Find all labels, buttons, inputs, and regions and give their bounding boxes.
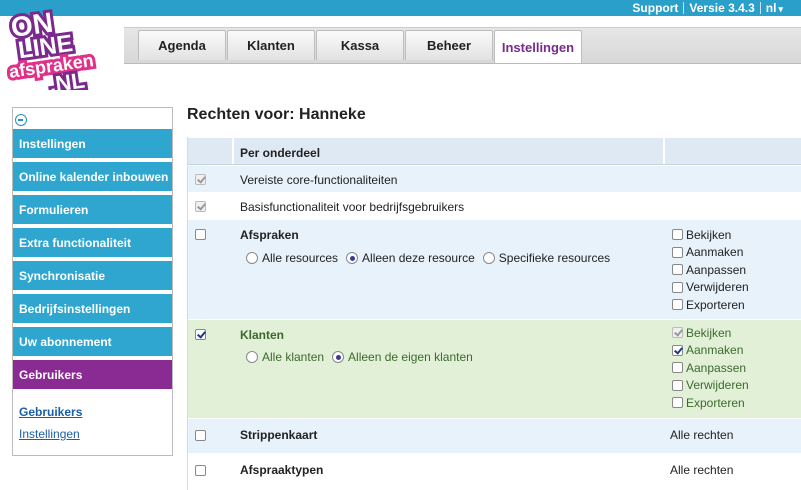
perm-exporteren: Exporteren <box>672 394 749 412</box>
row-label: Basisfunctionaliteit voor bedrijfsgebrui… <box>240 200 465 214</box>
sidebar-item-gebruikers[interactable]: Gebruikers <box>13 360 172 391</box>
tab-agenda[interactable]: Agenda <box>138 30 226 60</box>
language-selector[interactable]: nl ▾ <box>761 1 793 15</box>
header-divider <box>232 138 234 164</box>
checkbox-aanpassen[interactable] <box>672 264 683 276</box>
perm-aanpassen: Aanpassen <box>672 359 749 377</box>
radio-specifieke-resources[interactable] <box>482 252 495 264</box>
sidebar-item-extra-functionaliteit[interactable]: Extra functionaliteit <box>13 228 172 259</box>
row-label: Afspraaktypen <box>240 463 324 477</box>
page-title: Rechten voor: Hanneke <box>187 106 366 123</box>
rights-value: Alle rechten <box>670 463 734 477</box>
radio-label: Specifieke resources <box>498 251 611 265</box>
sidebar: Instellingen Online kalender inbouwen Fo… <box>12 107 173 456</box>
perm-label: Aanpassen <box>686 360 747 375</box>
klanten-permissions: Bekijken Aanmaken Aanpassen Verwijderen … <box>672 324 749 412</box>
chevron-down-icon: ▾ <box>778 4 783 14</box>
perm-aanpassen: Aanpassen <box>672 261 749 279</box>
radio-alleen-deze-resource[interactable] <box>346 252 359 264</box>
row-afspraaktypen: Afspraaktypen Alle rechten <box>188 453 801 490</box>
perm-label: Verwijderen <box>686 280 749 295</box>
perm-label: Aanpassen <box>686 262 747 277</box>
row-label: Klanten <box>240 328 285 342</box>
checkbox-klanten[interactable] <box>195 329 206 340</box>
top-links: Support Versie 3.4.3 nl ▾ <box>627 0 793 16</box>
checkbox-bekijken <box>672 327 683 339</box>
perm-aanmaken: Aanmaken <box>672 244 749 262</box>
perm-label: Exporteren <box>686 297 745 312</box>
perm-bekijken: Bekijken <box>672 226 749 244</box>
row-strippenkaart: Strippenkaart Alle rechten <box>188 418 801 453</box>
klanten-scope: Alle klanten Alleen de eigen klanten <box>246 350 481 364</box>
version-label: Versie 3.4.3 <box>689 1 755 15</box>
radio-label: Alleen deze resource <box>362 251 475 265</box>
header-label: Per onderdeel <box>240 146 321 160</box>
tab-klanten[interactable]: Klanten <box>227 30 315 60</box>
logo-text-nl: .NL <box>48 68 87 90</box>
rights-table: Per onderdeel Vereiste core-functionalit… <box>187 137 801 490</box>
afspraken-permissions: Bekijken Aanmaken Aanpassen Verwijderen … <box>672 226 749 314</box>
afspraken-scope: Alle resources Alleen deze resource Spec… <box>246 251 618 265</box>
checkbox-afspraaktypen[interactable] <box>195 465 206 476</box>
checkbox-aanmaken[interactable] <box>672 246 683 258</box>
perm-label: Bekijken <box>686 325 732 340</box>
tab-instellingen[interactable]: Instellingen <box>494 30 582 63</box>
rights-header: Per onderdeel <box>188 137 801 165</box>
sidebar-item-instellingen[interactable]: Instellingen <box>13 129 172 160</box>
perm-verwijderen: Verwijderen <box>672 279 749 297</box>
row-core: Vereiste core-functionaliteiten <box>188 165 801 192</box>
main-nav: Agenda Klanten Kassa Beheer Instellingen <box>124 27 801 64</box>
collapse-icon[interactable] <box>15 114 27 126</box>
row-label: Afspraken <box>240 228 299 242</box>
radio-alle-resources[interactable] <box>246 252 258 264</box>
rights-value: Alle rechten <box>670 428 734 442</box>
radio-label: Alle klanten <box>262 350 325 364</box>
radio-label: Alleen de eigen klanten <box>348 350 473 364</box>
support-link[interactable]: Support <box>627 1 683 15</box>
perm-label: Aanmaken <box>686 245 744 260</box>
perm-label: Bekijken <box>686 227 732 242</box>
row-label: Vereiste core-functionaliteiten <box>240 173 398 187</box>
sidebar-item-synchronisatie[interactable]: Synchronisatie <box>13 261 172 292</box>
checkbox-strippenkaart[interactable] <box>195 430 206 441</box>
perm-label: Aanmaken <box>686 343 744 358</box>
sidebar-item-online-kalender[interactable]: Online kalender inbouwen <box>13 162 172 193</box>
checkbox-exporteren[interactable] <box>672 299 683 311</box>
checkbox-core <box>195 174 206 185</box>
checkbox-aanpassen[interactable] <box>672 362 683 374</box>
tab-beheer[interactable]: Beheer <box>405 30 493 60</box>
checkbox-aanmaken[interactable] <box>672 344 683 356</box>
checkbox-afspraken[interactable] <box>195 229 206 240</box>
sublink-gebruikers[interactable]: Gebruikers <box>19 405 82 419</box>
radio-label: Alle resources <box>262 251 339 265</box>
radio-eigen-klanten[interactable] <box>332 351 345 363</box>
row-klanten: Klanten Alle klanten Alleen de eigen kla… <box>188 319 801 418</box>
perm-aanmaken: Aanmaken <box>672 342 749 360</box>
sublink-instellingen[interactable]: Instellingen <box>19 427 80 441</box>
sidebar-item-formulieren[interactable]: Formulieren <box>13 195 172 226</box>
sidebar-item-uw-abonnement[interactable]: Uw abonnement <box>13 327 172 358</box>
checkbox-verwijderen[interactable] <box>672 379 683 391</box>
checkbox-exporteren[interactable] <box>672 397 683 409</box>
tab-kassa[interactable]: Kassa <box>316 30 404 60</box>
row-label: Strippenkaart <box>240 428 318 442</box>
perm-verwijderen: Verwijderen <box>672 377 749 395</box>
perm-label: Verwijderen <box>686 378 749 393</box>
language-label: nl <box>765 1 777 15</box>
perm-exporteren: Exporteren <box>672 296 749 314</box>
checkbox-verwijderen[interactable] <box>672 281 683 293</box>
perm-label: Exporteren <box>686 395 745 410</box>
radio-alle-klanten[interactable] <box>246 351 258 363</box>
row-basis: Basisfunctionaliteit voor bedrijfsgebrui… <box>188 192 801 219</box>
row-afspraken: Afspraken Alle resources Alleen deze res… <box>188 219 801 319</box>
checkbox-basis <box>195 201 206 212</box>
header-divider <box>663 138 665 164</box>
perm-bekijken: Bekijken <box>672 324 749 342</box>
sidebar-item-bedrijfsinstellingen[interactable]: Bedrijfsinstellingen <box>13 294 172 325</box>
logo[interactable]: ON LINE afspraken .NL <box>4 0 124 90</box>
checkbox-bekijken[interactable] <box>672 229 683 241</box>
